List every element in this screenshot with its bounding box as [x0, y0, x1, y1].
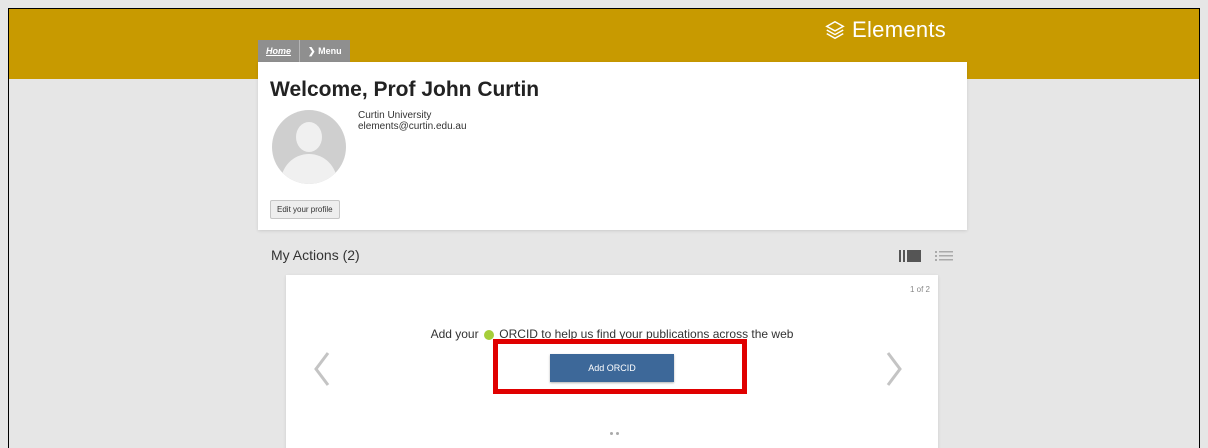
breadcrumb-home-link[interactable]: Home	[258, 40, 299, 62]
profile-card: Welcome, Prof John Curtin Curtin Univers…	[258, 62, 967, 230]
brand-logo[interactable]: Elements	[824, 17, 946, 43]
breadcrumb-menu-link[interactable]: ❯ Menu	[299, 40, 350, 62]
layers-icon	[825, 20, 845, 40]
edit-profile-button[interactable]: Edit your profile	[270, 200, 340, 219]
email-address: elements@curtin.edu.au	[358, 121, 467, 132]
avatar-head-shape	[296, 122, 322, 152]
actions-heading: My Actions (2)	[271, 247, 360, 263]
avatar-body-shape	[281, 154, 337, 184]
chevron-right-icon[interactable]	[884, 351, 904, 387]
breadcrumb-menu-label: Menu	[318, 46, 342, 56]
chevron-right-icon: ❯	[308, 46, 316, 56]
pager-dot[interactable]	[616, 432, 619, 435]
page-count: 1 of 2	[909, 285, 930, 294]
pager-dot[interactable]	[610, 432, 613, 435]
list-view-icon[interactable]	[935, 249, 953, 263]
card-view-icon[interactable]	[899, 249, 923, 263]
pager-dots	[610, 432, 619, 435]
app-window: Elements Home ❯ Menu Welcome, Prof John …	[8, 8, 1200, 448]
page-title: Welcome, Prof John Curtin	[270, 78, 540, 101]
avatar	[272, 110, 346, 184]
breadcrumb: Home ❯ Menu	[258, 40, 350, 62]
action-message-prefix: Add your	[430, 327, 479, 341]
chevron-left-icon[interactable]	[312, 351, 332, 387]
brand-name: Elements	[852, 17, 947, 42]
organization-name: Curtin University	[358, 110, 432, 121]
highlight-annotation	[493, 339, 747, 394]
